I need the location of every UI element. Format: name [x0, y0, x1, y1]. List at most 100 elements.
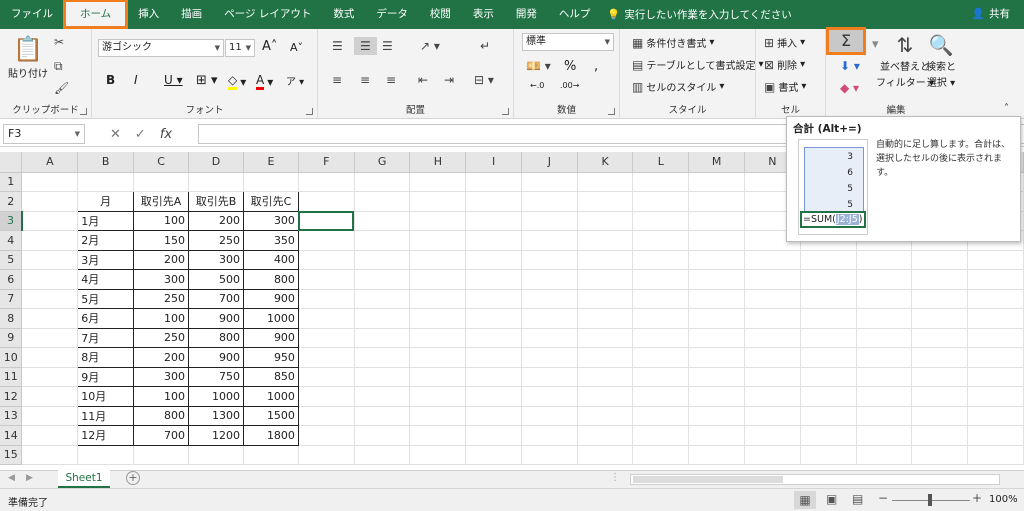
cell-p8[interactable] [856, 308, 913, 329]
decrease-decimal-button[interactable]: .00→ [560, 81, 579, 90]
cell-r7[interactable] [967, 289, 1024, 309]
cell-f11[interactable] [298, 367, 355, 387]
cell-d15[interactable] [188, 445, 244, 465]
cell-g15[interactable] [354, 445, 411, 465]
cancel-icon[interactable]: ✕ [110, 127, 121, 142]
cell-n15[interactable] [744, 445, 801, 465]
row-header[interactable]: 13 [0, 406, 23, 426]
row-header[interactable]: 9 [0, 328, 23, 348]
cell-k8[interactable] [577, 308, 634, 329]
align-middle-button[interactable]: ☰ [354, 37, 377, 55]
cell-e9[interactable]: 900 [242, 327, 299, 348]
cell-f10[interactable] [298, 347, 355, 368]
insert-function-icon[interactable]: fx [160, 127, 172, 142]
cell-h6[interactable] [409, 269, 467, 290]
cell-h12[interactable] [409, 386, 467, 407]
tab-help[interactable]: ヘルプ [548, 0, 602, 29]
cell-e2[interactable]: 取引先C [242, 191, 299, 212]
zoom-slider-thumb[interactable] [928, 494, 932, 506]
column-header-m[interactable]: M [688, 152, 745, 173]
copy-button[interactable]: ⧉ [54, 59, 63, 74]
cell-h3[interactable] [409, 211, 467, 231]
format-cells-button[interactable]: ▣ 書式 ▾ [764, 79, 806, 95]
cell-d1[interactable] [188, 172, 244, 192]
cell-e5[interactable]: 400 [242, 249, 299, 270]
cell-o12[interactable] [800, 386, 857, 407]
cell-g12[interactable] [354, 386, 411, 407]
cell-o8[interactable] [800, 308, 857, 329]
cell-f5[interactable] [298, 250, 355, 270]
cell-i14[interactable] [465, 425, 522, 446]
cell-p15[interactable] [856, 445, 913, 465]
cell-m11[interactable] [688, 367, 745, 387]
tab-draw[interactable]: 描画 [170, 0, 213, 29]
prev-sheet-icon[interactable]: ◀ [8, 473, 15, 483]
cell-e8[interactable]: 1000 [242, 308, 299, 329]
cell-e6[interactable]: 800 [242, 269, 299, 290]
cell-e4[interactable]: 350 [242, 230, 299, 251]
cell-i2[interactable] [465, 191, 522, 212]
cell-q13[interactable] [911, 406, 969, 426]
cell-h7[interactable] [409, 289, 467, 309]
cell-m7[interactable] [688, 289, 745, 309]
cell-j11[interactable] [521, 367, 578, 387]
cell-p12[interactable] [856, 386, 913, 407]
tab-view[interactable]: 表示 [462, 0, 505, 29]
percent-button[interactable]: % [564, 59, 576, 74]
cell-i6[interactable] [465, 269, 522, 290]
orientation-button[interactable]: ↗ ▾ [420, 39, 440, 53]
cell-l3[interactable] [632, 211, 690, 231]
cell-n8[interactable] [744, 308, 801, 329]
cell-a7[interactable] [21, 289, 79, 309]
cell-l2[interactable] [632, 191, 690, 212]
cell-g8[interactable] [354, 308, 411, 329]
cell-d7[interactable]: 700 [188, 288, 244, 309]
row-header[interactable]: 8 [0, 308, 23, 329]
dialog-launcher-number[interactable] [608, 108, 615, 115]
cell-b3[interactable]: 1月 [77, 210, 135, 231]
cell-p9[interactable] [856, 328, 913, 348]
font-size-select[interactable]: 11 ▼ [225, 39, 255, 57]
cell-j10[interactable] [521, 347, 578, 368]
cell-a8[interactable] [21, 308, 79, 329]
cell-n11[interactable] [744, 367, 801, 387]
column-header-a[interactable]: A [21, 152, 79, 173]
column-header-k[interactable]: K [577, 152, 634, 173]
column-header-d[interactable]: D [188, 152, 244, 173]
increase-indent-button[interactable]: ⇥ [444, 73, 454, 87]
cell-a5[interactable] [21, 250, 79, 270]
borders-button[interactable]: ⊞ ▾ [196, 73, 218, 88]
cell-k10[interactable] [577, 347, 634, 368]
cell-p5[interactable] [856, 250, 913, 270]
cell-e12[interactable]: 1000 [242, 386, 299, 407]
cell-f13[interactable] [298, 406, 355, 426]
cell-h11[interactable] [409, 367, 467, 387]
increase-font-button[interactable]: A˄ [262, 39, 277, 54]
cell-n5[interactable] [744, 250, 801, 270]
accounting-format-button[interactable]: 💴 ▾ [526, 59, 551, 73]
collapse-ribbon-button[interactable]: ˄ [1004, 103, 1009, 114]
cell-i5[interactable] [465, 250, 522, 270]
cell-j8[interactable] [521, 308, 578, 329]
cell-o6[interactable] [800, 269, 857, 290]
cell-h8[interactable] [409, 308, 467, 329]
cell-h14[interactable] [409, 425, 467, 446]
cell-q8[interactable] [911, 308, 969, 329]
cell-b15[interactable] [77, 445, 135, 465]
cell-i11[interactable] [465, 367, 522, 387]
cell-m13[interactable] [688, 406, 745, 426]
cell-c12[interactable]: 100 [133, 386, 190, 407]
row-header[interactable]: 11 [0, 367, 23, 387]
cell-p13[interactable] [856, 406, 913, 426]
cell-e1[interactable] [243, 172, 299, 192]
cell-r15[interactable] [967, 445, 1024, 465]
cell-n9[interactable] [744, 328, 801, 348]
cell-h1[interactable] [409, 172, 467, 192]
cell-g14[interactable] [354, 425, 411, 446]
cell-d8[interactable]: 900 [188, 308, 244, 329]
cell-h2[interactable] [409, 191, 467, 212]
cell-r14[interactable] [967, 425, 1024, 446]
cell-p7[interactable] [856, 289, 913, 309]
cell-l15[interactable] [632, 445, 690, 465]
cell-m3[interactable] [688, 211, 745, 231]
